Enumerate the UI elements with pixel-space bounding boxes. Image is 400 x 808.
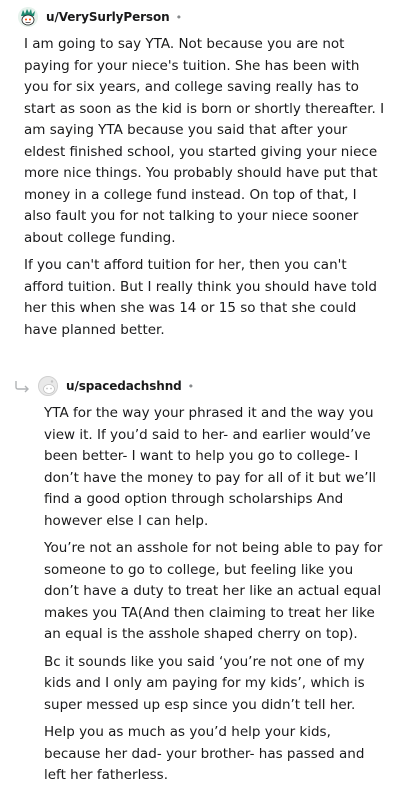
reply-header: u/spacedachshnd • bbox=[0, 369, 400, 403]
comment-header: u/VerySurlyPerson • bbox=[0, 0, 400, 34]
reply-username[interactable]: u/spacedachshnd bbox=[66, 379, 182, 393]
reply-comment: u/spacedachshnd • YTA for the way your p… bbox=[0, 369, 400, 787]
default-avatar-icon[interactable] bbox=[38, 376, 58, 396]
reply-paragraph: YTA for the way your phrased it and the … bbox=[44, 405, 377, 529]
reply-arrow-icon bbox=[14, 379, 32, 393]
reply-paragraph: You’re not an asshole for not being able… bbox=[44, 540, 383, 642]
comment-paragraph: If you can't afford tuition for her, the… bbox=[24, 257, 378, 338]
comment-body: I am going to say YTA. Not because you a… bbox=[0, 34, 400, 341]
reply-paragraph: Bc it sounds like you said ‘you’re not o… bbox=[44, 653, 365, 713]
comment: u/VerySurlyPerson • I am going to say YT… bbox=[0, 0, 400, 341]
separator-dot: • bbox=[175, 10, 183, 24]
separator-dot: • bbox=[187, 379, 195, 393]
snoo-avatar-icon[interactable] bbox=[18, 7, 38, 27]
reply-paragraph: Help you as much as you’d help your kids… bbox=[44, 724, 365, 783]
comment-paragraph: I am going to say YTA. Not because you a… bbox=[24, 36, 385, 246]
reply-body: YTA for the way your phrased it and the … bbox=[0, 403, 400, 787]
comment-username[interactable]: u/VerySurlyPerson bbox=[46, 10, 170, 24]
